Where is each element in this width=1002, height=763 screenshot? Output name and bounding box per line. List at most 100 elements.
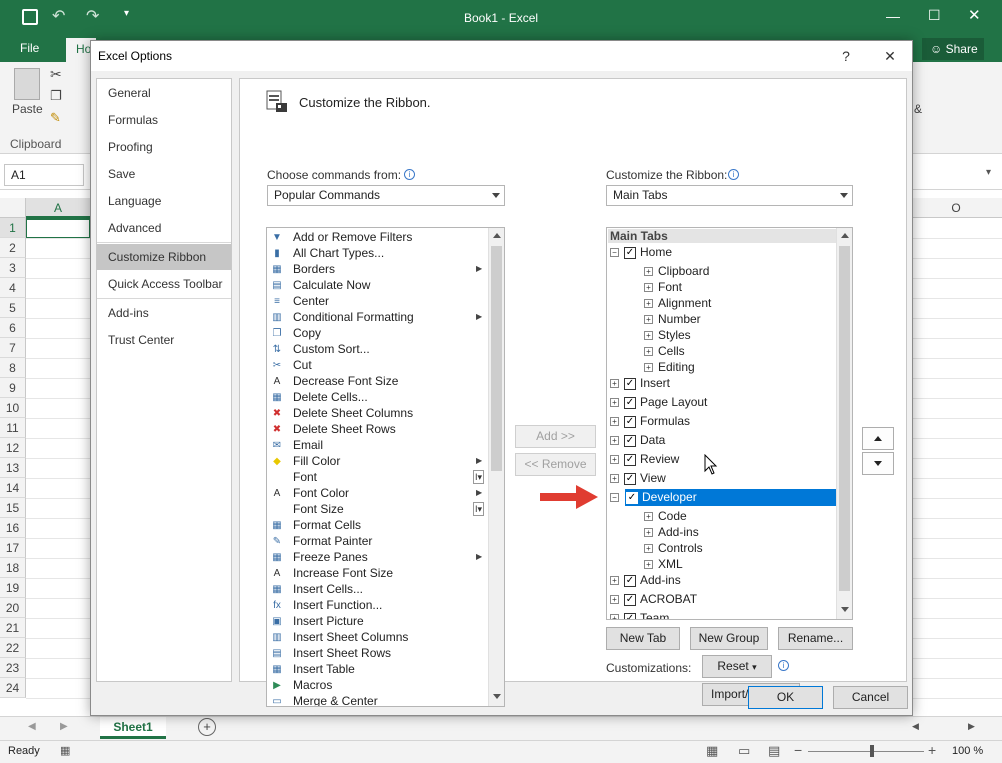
row-header[interactable]: 17	[0, 538, 26, 558]
tree-group-item[interactable]: + Code	[644, 508, 687, 525]
command-item[interactable]: ▤ Calculate Now	[269, 277, 487, 293]
tab-checkbox[interactable]: ✓	[624, 593, 636, 606]
command-item[interactable]: ◆ Fill Color ▶	[269, 453, 487, 469]
tab-checkbox[interactable]: ✓	[624, 377, 636, 390]
zoom-out-icon[interactable]: −	[794, 742, 802, 758]
sheet-nav-right-icon[interactable]: ▶	[60, 721, 68, 732]
customize-qat-icon[interactable]: ▾	[124, 8, 129, 19]
row-header[interactable]: 23	[0, 658, 26, 678]
command-item[interactable]: Font Size I▾	[269, 501, 487, 517]
expand-icon[interactable]: +	[644, 363, 653, 373]
close-dialog-button[interactable]: ✕	[877, 45, 903, 67]
column-header-o[interactable]: O	[944, 198, 968, 218]
expand-icon[interactable]: +	[644, 560, 653, 570]
column-header-a[interactable]: A	[26, 198, 90, 218]
help-button[interactable]: ?	[833, 45, 859, 67]
page-break-view-icon[interactable]: ▤	[768, 743, 780, 759]
command-item[interactable]: A Font Color ▶	[269, 485, 487, 501]
tree-group-item[interactable]: + XML	[644, 556, 683, 573]
new-group-button[interactable]: New Group	[690, 627, 768, 650]
redo-icon[interactable]: ↷	[86, 6, 99, 26]
tree-tab-item[interactable]: + ✓ Insert	[610, 375, 670, 392]
save-icon[interactable]	[22, 9, 38, 25]
row-header[interactable]: 20	[0, 598, 26, 618]
command-item[interactable]: ⇅ Custom Sort...	[269, 341, 487, 357]
command-item[interactable]: A Increase Font Size	[269, 565, 487, 581]
sheet-nav-left-icon[interactable]: ◀	[28, 721, 36, 732]
tab-file[interactable]: File	[20, 41, 39, 55]
command-item[interactable]: ▮ All Chart Types...	[269, 245, 487, 261]
customize-ribbon-dropdown[interactable]: Main Tabs	[606, 185, 853, 206]
add-sheet-icon[interactable]: +	[198, 718, 216, 736]
expand-icon[interactable]: +	[644, 544, 653, 554]
nav-item-add-ins[interactable]: Add-ins	[97, 300, 231, 326]
expand-icon[interactable]: +	[644, 331, 653, 341]
command-item[interactable]: ▦ Insert Cells...	[269, 581, 487, 597]
tree-group-item[interactable]: + Number	[644, 311, 701, 328]
command-item[interactable]: Font I▾	[269, 469, 487, 485]
command-item[interactable]: ▶ Macros	[269, 677, 487, 693]
cancel-button[interactable]: Cancel	[833, 686, 908, 709]
row-header[interactable]: 9	[0, 378, 26, 398]
command-item[interactable]: ✉ Email	[269, 437, 487, 453]
h-scroll-right-icon[interactable]: ▶	[968, 721, 975, 732]
expand-icon[interactable]: +	[644, 347, 653, 357]
command-item[interactable]: ▦ Insert Table	[269, 661, 487, 677]
row-header[interactable]: 3	[0, 258, 26, 278]
row-header[interactable]: 7	[0, 338, 26, 358]
expand-icon[interactable]: +	[610, 379, 619, 389]
row-header[interactable]: 12	[0, 438, 26, 458]
nav-item-formulas[interactable]: Formulas	[97, 107, 231, 133]
expand-icon[interactable]: +	[644, 299, 653, 309]
reset-info-icon[interactable]: i	[778, 660, 789, 671]
active-cell[interactable]	[25, 218, 91, 239]
collapse-icon[interactable]: −	[610, 248, 619, 258]
row-header[interactable]: 18	[0, 558, 26, 578]
row-header[interactable]: 11	[0, 418, 26, 438]
page-layout-view-icon[interactable]: ▭	[738, 743, 750, 759]
tree-group-item[interactable]: + Controls	[644, 540, 703, 557]
nav-item-quick-access-toolbar[interactable]: Quick Access Toolbar	[97, 271, 231, 297]
command-item[interactable]: ≡ Center	[269, 293, 487, 309]
formula-bar-expand-icon[interactable]: ▾	[986, 167, 991, 178]
undo-icon[interactable]: ↶	[52, 6, 65, 26]
commands-list[interactable]: ▼ Add or Remove Filters ▮ All Chart Types..…	[266, 227, 505, 707]
tree-tab-item[interactable]: + ✓ Formulas	[610, 413, 690, 430]
row-header[interactable]: 5	[0, 298, 26, 318]
command-item[interactable]: ▼ Add or Remove Filters	[269, 229, 487, 245]
command-item[interactable]: ✖ Delete Sheet Columns	[269, 405, 487, 421]
remove-button[interactable]: << Remove	[515, 453, 596, 476]
command-item[interactable]: A Decrease Font Size	[269, 373, 487, 389]
tab-checkbox[interactable]: ✓	[624, 574, 636, 587]
tab-checkbox[interactable]: ✓	[624, 472, 636, 485]
tab-checkbox[interactable]: ✓	[624, 453, 636, 466]
expand-icon[interactable]: +	[610, 576, 619, 586]
command-item[interactable]: ❐ Copy	[269, 325, 487, 341]
select-all-corner[interactable]	[0, 198, 26, 218]
scroll-down-icon[interactable]	[493, 694, 501, 699]
row-header[interactable]: 1	[0, 218, 26, 238]
command-item[interactable]: ▥ Conditional Formatting ▶	[269, 309, 487, 325]
format-painter-ribbon-icon[interactable]: ✎	[50, 110, 61, 126]
tree-tab-item[interactable]: + ✓ Add-ins	[610, 572, 681, 589]
row-header[interactable]: 13	[0, 458, 26, 478]
nav-item-trust-center[interactable]: Trust Center	[97, 327, 231, 353]
move-up-button[interactable]	[862, 427, 894, 450]
scroll-up-icon[interactable]	[841, 233, 849, 238]
zoom-slider[interactable]	[808, 751, 924, 752]
command-item[interactable]: ▥ Insert Sheet Columns	[269, 629, 487, 645]
close-window-icon[interactable]: ✕	[968, 6, 981, 24]
command-item[interactable]: ▤ Insert Sheet Rows	[269, 645, 487, 661]
row-header[interactable]: 24	[0, 678, 26, 698]
tree-group-item[interactable]: + Cells	[644, 343, 685, 360]
copy-ribbon-icon[interactable]: ❐	[50, 88, 62, 104]
row-header[interactable]: 16	[0, 518, 26, 538]
row-header[interactable]: 6	[0, 318, 26, 338]
expand-icon[interactable]: +	[644, 283, 653, 293]
tab-checkbox[interactable]: ✓	[624, 612, 636, 619]
minimize-icon[interactable]: —	[886, 8, 900, 24]
expand-icon[interactable]: +	[610, 474, 619, 484]
tree-tab-item[interactable]: + ✓ Review	[610, 451, 679, 468]
expand-icon[interactable]: +	[610, 595, 619, 605]
paste-icon[interactable]	[14, 68, 40, 100]
